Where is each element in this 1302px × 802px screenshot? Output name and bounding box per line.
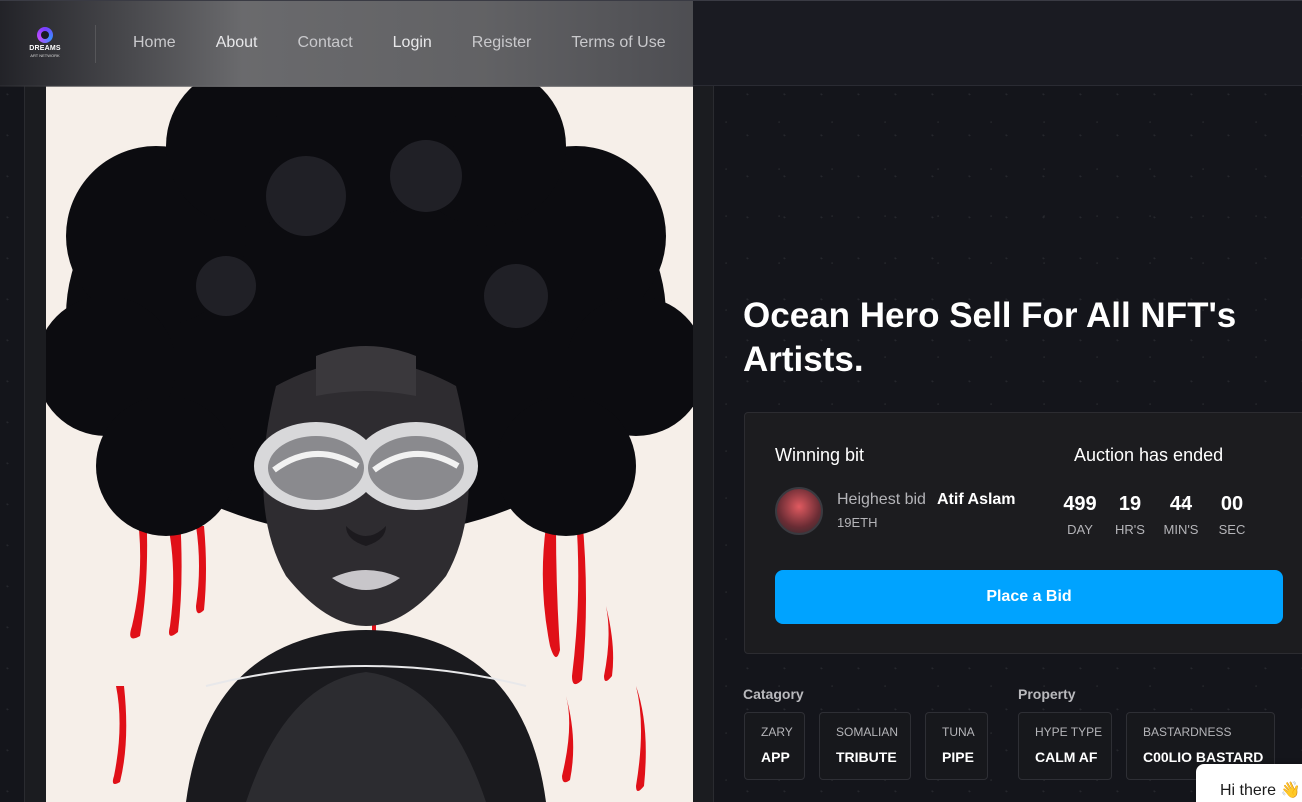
nav-terms[interactable]: Terms of Use	[571, 34, 665, 52]
nav-login[interactable]: Login	[393, 34, 432, 52]
hero-title: Ocean Hero Sell For All NFT's Artists.	[743, 296, 1237, 379]
brand-logo[interactable]: DREAMS ART NETWORK	[26, 27, 64, 61]
tag-value: TRIBUTE	[836, 749, 897, 765]
bid-amount: 19ETH	[837, 515, 878, 530]
logo-mark-icon	[37, 27, 53, 43]
brand-tagline: ART NETWORK	[30, 53, 60, 58]
countdown-minutes-label: MIN'S	[1163, 522, 1199, 537]
category-tag: SOMALIAN TRIBUTE	[819, 712, 911, 780]
nft-artwork-image	[46, 86, 693, 802]
nav-register[interactable]: Register	[472, 34, 532, 52]
main-nav: Home About Contact Login Register Terms …	[133, 34, 706, 52]
tag-key: TUNA	[942, 725, 975, 739]
category-tag: TUNA PIPE	[925, 712, 988, 780]
category-label: Catagory	[743, 686, 804, 702]
property-label: Property	[1018, 686, 1076, 702]
tag-key: ZARY	[761, 725, 793, 739]
countdown-timer: 499 : 19 : 44 : 00 DAY HR'S MIN'S SEC	[1063, 493, 1277, 541]
nav-about[interactable]: About	[216, 34, 258, 52]
bidder-name: Atif Aslam	[937, 491, 1016, 508]
countdown-hours: 19	[1118, 493, 1142, 515]
countdown-seconds-label: SEC	[1218, 522, 1246, 537]
tag-value: PIPE	[942, 749, 974, 765]
tag-value: APP	[761, 749, 790, 765]
countdown-hours-label: HR'S	[1115, 522, 1145, 537]
countdown-seconds: 00	[1220, 493, 1244, 515]
auction-panel: Winning bit Auction has ended Heighest b…	[744, 412, 1302, 654]
site-header: DREAMS ART NETWORK Home About Contact Lo…	[0, 0, 1302, 87]
countdown-days-label: DAY	[1067, 522, 1093, 537]
tag-key: SOMALIAN	[836, 725, 899, 739]
tag-value: C00LIO BASTARD	[1143, 749, 1264, 765]
countdown-minutes: 44	[1169, 493, 1193, 515]
nav-home[interactable]: Home	[133, 34, 176, 52]
highest-bid-label: Heighest bid	[837, 491, 926, 508]
countdown-days: 499	[1063, 493, 1097, 515]
tag-key: BASTARDNESS	[1143, 725, 1232, 739]
auction-status-label: Auction has ended	[1074, 445, 1224, 465]
place-bid-button[interactable]: Place a Bid	[775, 570, 1283, 624]
winning-bid-label: Winning bit	[775, 445, 865, 465]
chat-widget[interactable]: Hi there 👋	[1196, 764, 1302, 802]
category-tag: ZARY APP	[744, 712, 805, 780]
property-tag: HYPE TYPE CALM AF	[1018, 712, 1112, 780]
tag-key: HYPE TYPE	[1035, 725, 1103, 739]
nav-contact[interactable]: Contact	[298, 34, 353, 52]
brand-name: DREAMS	[29, 45, 61, 52]
tag-value: CALM AF	[1035, 749, 1098, 765]
header-divider	[95, 25, 96, 63]
bidder-avatar	[775, 487, 823, 535]
